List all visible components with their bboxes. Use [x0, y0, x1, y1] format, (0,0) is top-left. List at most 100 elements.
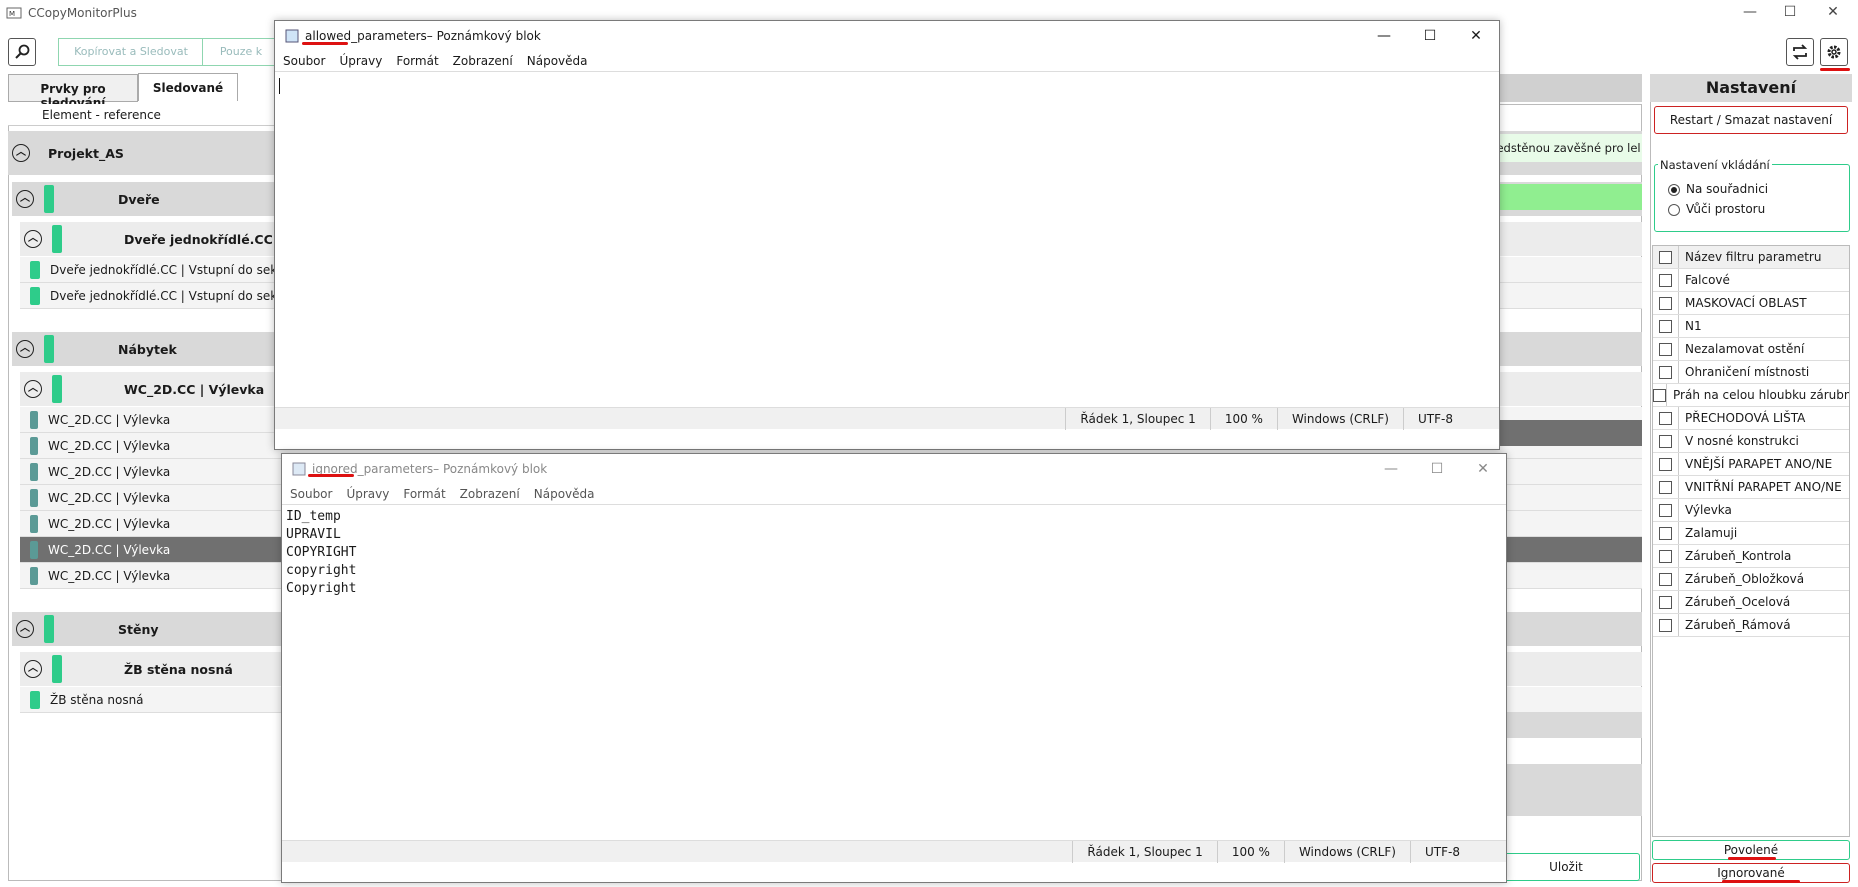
notepad-statusbar: Řádek 1, Sloupec 1 100 % Windows (CRLF) … — [275, 407, 1499, 430]
filter-checkbox[interactable] — [1659, 503, 1672, 517]
filter-checkbox[interactable] — [1659, 365, 1672, 379]
maximize-button[interactable]: ☐ — [1775, 4, 1805, 20]
menu-format[interactable]: Formát — [403, 487, 445, 501]
radio-empty-icon[interactable] — [1668, 203, 1680, 216]
filter-row[interactable]: N1 — [1653, 315, 1849, 338]
sync-button[interactable] — [1786, 38, 1814, 66]
status-bar — [30, 566, 38, 585]
filter-row[interactable]: MASKOVACÍ OBLAST — [1653, 292, 1849, 315]
status-encoding: UTF-8 — [1410, 840, 1506, 863]
radio-space[interactable]: Vůči prostoru — [1668, 202, 1765, 216]
filter-row[interactable]: Práh na celou hloubku zárubně — [1653, 384, 1849, 407]
filter-checkbox[interactable] — [1659, 457, 1672, 471]
maximize-button[interactable]: ☐ — [1407, 28, 1453, 44]
collapse-icon[interactable]: ︿ — [24, 230, 42, 248]
filter-checkbox[interactable] — [1659, 296, 1672, 310]
maximize-button[interactable]: ☐ — [1414, 461, 1460, 477]
close-button[interactable]: ✕ — [1818, 4, 1848, 20]
status-zoom: 100 % — [1216, 840, 1284, 863]
filter-row[interactable]: VNITŘNÍ PARAPET ANO/NE — [1653, 476, 1849, 499]
filter-row[interactable]: Zalamuji — [1653, 522, 1849, 545]
search-button[interactable] — [8, 38, 36, 66]
filter-row[interactable]: Ohraničení místnosti — [1653, 361, 1849, 384]
highlight-row — [1492, 184, 1642, 210]
filter-label: VNĚJŠÍ PARAPET ANO/NE — [1685, 457, 1833, 471]
status-bar — [30, 690, 40, 709]
reset-settings-button[interactable]: Restart / Smazat nastavení — [1654, 106, 1848, 134]
filter-rows: Falcové MASKOVACÍ OBLAST N1 Nezalamovat ost… — [1653, 269, 1849, 637]
select-all-checkbox[interactable] — [1659, 250, 1672, 264]
collapse-icon[interactable]: ︿ — [16, 190, 34, 208]
use-only-button[interactable]: Pouze k — [202, 38, 280, 66]
notepad-text-area[interactable]: ID_temp UPRAVIL COPYRIGHT copyright Copy… — [282, 504, 1506, 840]
filter-checkbox[interactable] — [1653, 388, 1666, 402]
menu-help[interactable]: Nápověda — [534, 487, 595, 501]
filter-checkbox[interactable] — [1659, 618, 1672, 632]
minimize-button[interactable]: — — [1361, 28, 1407, 44]
menu-help[interactable]: Nápověda — [527, 54, 588, 68]
collapse-icon[interactable]: ︿ — [24, 380, 42, 398]
filter-label: PŘECHODOVÁ LIŠTA — [1685, 411, 1806, 425]
filter-row[interactable]: Nezalamovat ostění — [1653, 338, 1849, 361]
filter-label: Práh na celou hloubku zárubně — [1673, 388, 1849, 402]
filter-row[interactable]: PŘECHODOVÁ LIŠTA — [1653, 407, 1849, 430]
filter-checkbox[interactable] — [1659, 411, 1672, 425]
filter-row[interactable]: Zárubeň_Obložková — [1653, 568, 1849, 591]
filter-checkbox[interactable] — [1659, 434, 1672, 448]
filter-checkbox[interactable] — [1659, 549, 1672, 563]
notepad-statusbar: Řádek 1, Sloupec 1 100 % Windows (CRLF) … — [282, 840, 1506, 863]
minimize-button[interactable]: — — [1368, 461, 1414, 477]
status-bar — [52, 655, 62, 683]
filter-row[interactable]: Zárubeň_Ocelová — [1653, 591, 1849, 614]
collapse-icon[interactable]: ︿ — [16, 340, 34, 358]
tab-tracked[interactable]: Sledované — [138, 73, 238, 101]
notepad-titlebar[interactable]: ignored_parameters – Poznámkový blok — ☐… — [282, 454, 1506, 484]
settings-title: Nastavení — [1650, 74, 1852, 102]
filter-checkbox[interactable] — [1659, 572, 1672, 586]
collapse-icon[interactable]: ︿ — [12, 144, 30, 162]
filter-row[interactable]: V nosné konstrukci — [1653, 430, 1849, 453]
status-bar — [52, 375, 62, 403]
filter-label: Nezalamovat ostění — [1685, 342, 1805, 356]
filename-highlight — [308, 474, 354, 477]
filter-checkbox[interactable] — [1659, 526, 1672, 540]
filter-checkbox[interactable] — [1659, 342, 1672, 356]
menu-edit[interactable]: Úpravy — [346, 487, 389, 501]
notepad-titlebar[interactable]: allowed_parameters – Poznámkový blok — ☐… — [275, 21, 1499, 51]
item-label: WC_2D.CC | Výlevka — [48, 464, 171, 479]
notepad-text-area[interactable] — [275, 71, 1499, 407]
menu-file[interactable]: Soubor — [290, 487, 332, 501]
collapse-icon[interactable]: ︿ — [24, 660, 42, 678]
collapse-icon[interactable]: ︿ — [16, 620, 34, 638]
menu-view[interactable]: Zobrazení — [453, 54, 513, 68]
menu-view[interactable]: Zobrazení — [460, 487, 520, 501]
menu-format[interactable]: Formát — [396, 54, 438, 68]
tab-tracked-items[interactable]: Prvky pro sledování — [8, 74, 138, 110]
filter-row[interactable]: Výlevka — [1653, 499, 1849, 522]
item-label: Dveře jednokřídlé.CC | Vstupní do sekce — [50, 288, 292, 303]
status-bar — [30, 540, 38, 559]
settings-button[interactable] — [1820, 38, 1848, 66]
close-button[interactable]: ✕ — [1453, 28, 1499, 44]
filter-row[interactable]: Zárubeň_Kontrola — [1653, 545, 1849, 568]
item-label: WC_2D.CC | Výlevka — [48, 568, 171, 583]
filter-row[interactable]: Zárubeň_Rámová — [1653, 614, 1849, 637]
save-button[interactable]: Uložit — [1492, 853, 1640, 881]
filter-label: MASKOVACÍ OBLAST — [1685, 296, 1807, 310]
filter-checkbox[interactable] — [1659, 273, 1672, 287]
radio-selected-icon[interactable] — [1668, 183, 1680, 196]
filter-checkbox[interactable] — [1659, 319, 1672, 333]
copy-track-button[interactable]: Kopírovat a Sledovat — [58, 38, 204, 66]
filter-row[interactable]: VNĚJŠÍ PARAPET ANO/NE — [1653, 453, 1849, 476]
menu-edit[interactable]: Úpravy — [339, 54, 382, 68]
filter-label: Zárubeň_Rámová — [1685, 618, 1791, 632]
filter-checkbox[interactable] — [1659, 595, 1672, 609]
minimize-button[interactable]: — — [1735, 4, 1765, 20]
close-button[interactable]: ✕ — [1460, 461, 1506, 477]
column-header-right — [1492, 74, 1642, 102]
menu-file[interactable]: Soubor — [283, 54, 325, 68]
filter-checkbox[interactable] — [1659, 480, 1672, 494]
notepad-title-suffix: – Poznámkový blok — [433, 462, 548, 476]
radio-coords[interactable]: Na souřadnici — [1668, 182, 1768, 196]
filter-row[interactable]: Falcové — [1653, 269, 1849, 292]
